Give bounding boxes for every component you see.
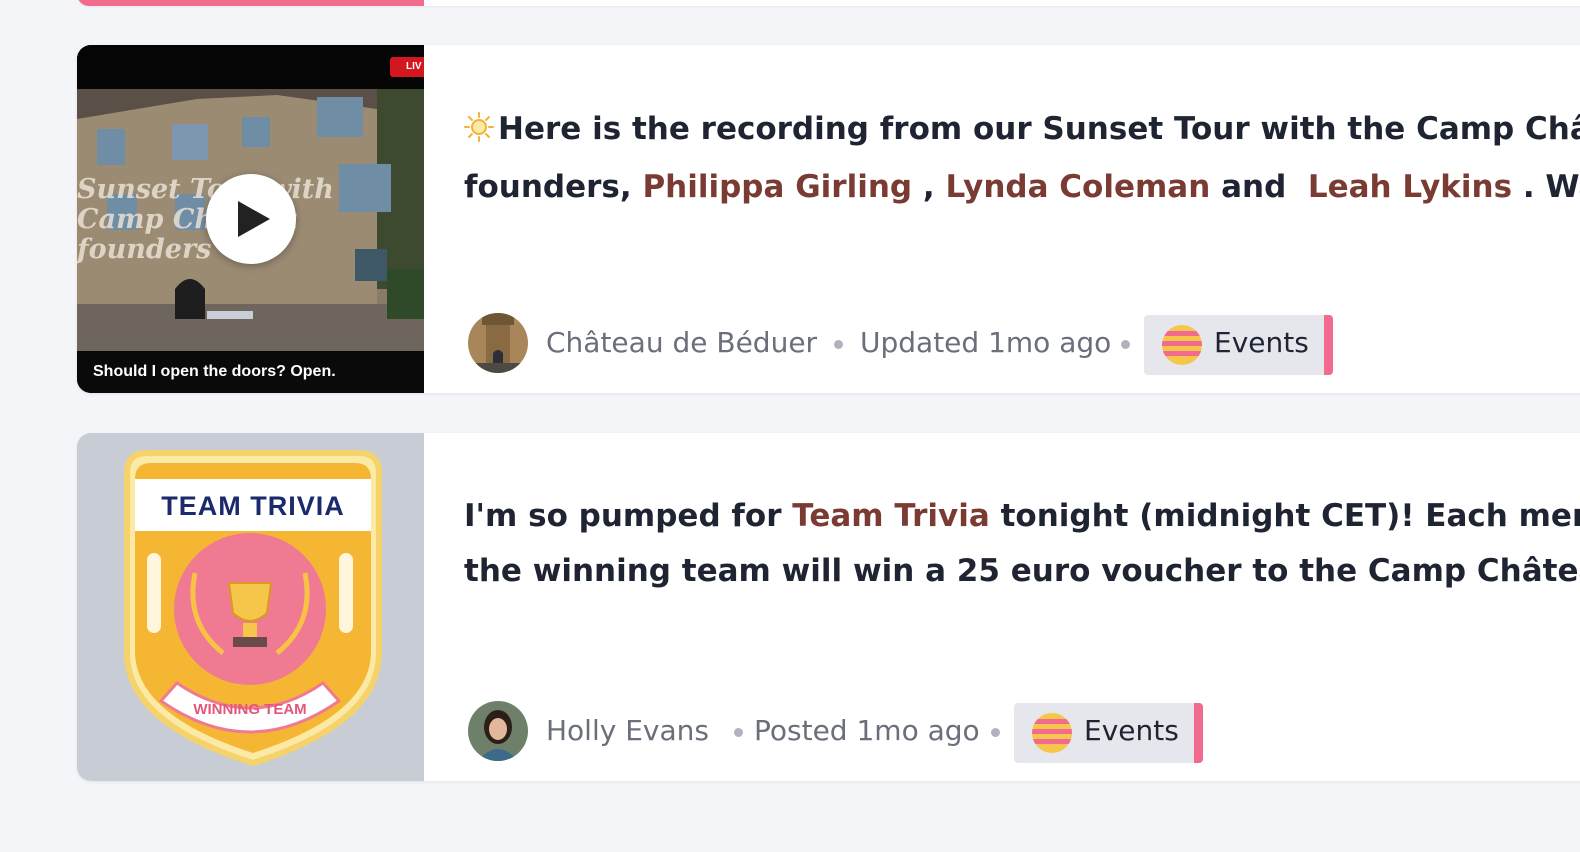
post-card[interactable]: TEAM TRIVIA WINNING TEAM I'm so pumped f… xyxy=(77,433,1580,781)
tag-label: Events xyxy=(1214,326,1309,359)
post-text-line2: the winning team will win a 25 euro vouc… xyxy=(464,553,1580,589)
post-text-suffix: . Walk xyxy=(1522,169,1580,205)
play-icon xyxy=(238,201,270,237)
post-text-line1: I'm so pumped for xyxy=(464,498,793,534)
post-text[interactable]: Here is the recording from our Sunset To… xyxy=(464,102,1580,215)
sun-icon xyxy=(464,105,498,160)
video-caption: Should I open the doors? Open. xyxy=(77,351,424,393)
author-name[interactable]: Château de Béduer xyxy=(546,326,817,359)
post-thumbnail[interactable]: TEAM TRIVIA WINNING TEAM xyxy=(77,433,424,781)
post-text[interactable]: I'm so pumped for Team Trivia tonight (m… xyxy=(464,489,1580,599)
category-tag[interactable]: Events xyxy=(1144,315,1333,375)
mention-link[interactable]: Lynda Coleman xyxy=(945,169,1210,205)
play-button[interactable] xyxy=(206,174,296,264)
mention-link[interactable]: Philippa Girling xyxy=(642,169,912,205)
separator-dot xyxy=(991,728,1000,737)
mention-link[interactable]: Team Trivia xyxy=(792,498,989,534)
video-top-bar: LIV xyxy=(77,45,424,89)
separator-text: and xyxy=(1210,169,1308,205)
card-accent-bar xyxy=(77,0,424,6)
events-category-icon xyxy=(1162,325,1202,365)
badge-ribbon-text: WINNING TEAM xyxy=(193,701,307,718)
team-trivia-badge-image xyxy=(124,450,382,767)
avatar[interactable] xyxy=(468,701,528,761)
post-timestamp: Updated 1mo ago xyxy=(860,326,1112,359)
separator-dot xyxy=(834,340,843,349)
live-badge: LIV xyxy=(390,57,424,77)
post-content: I'm so pumped for Team Trivia tonight (m… xyxy=(464,433,1580,781)
previous-post-card[interactable] xyxy=(77,0,1580,6)
separator-dot xyxy=(1121,340,1130,349)
separator-text: , xyxy=(912,169,946,205)
separator-dot xyxy=(734,728,743,737)
video-thumbnail[interactable]: LIV Sunset Tour with Camp Château founde… xyxy=(77,45,424,393)
badge-title: TEAM TRIVIA xyxy=(161,491,345,521)
mention-link[interactable]: Leah Lykins xyxy=(1308,169,1512,205)
post-card[interactable]: LIV Sunset Tour with Camp Château founde… xyxy=(77,45,1580,393)
events-category-icon xyxy=(1032,713,1072,753)
tag-label: Events xyxy=(1084,714,1179,747)
post-text-line2: founders, xyxy=(464,169,643,205)
avatar[interactable] xyxy=(468,313,528,373)
category-tag[interactable]: Events xyxy=(1014,703,1203,763)
post-text-line1: Here is the recording from our Sunset To… xyxy=(498,111,1580,147)
post-text-suffix: tonight (midnight CET)! Each membe xyxy=(1000,498,1580,534)
post-content: Here is the recording from our Sunset To… xyxy=(464,45,1580,393)
author-name[interactable]: Holly Evans xyxy=(546,714,709,747)
post-timestamp: Posted 1mo ago xyxy=(754,714,980,747)
